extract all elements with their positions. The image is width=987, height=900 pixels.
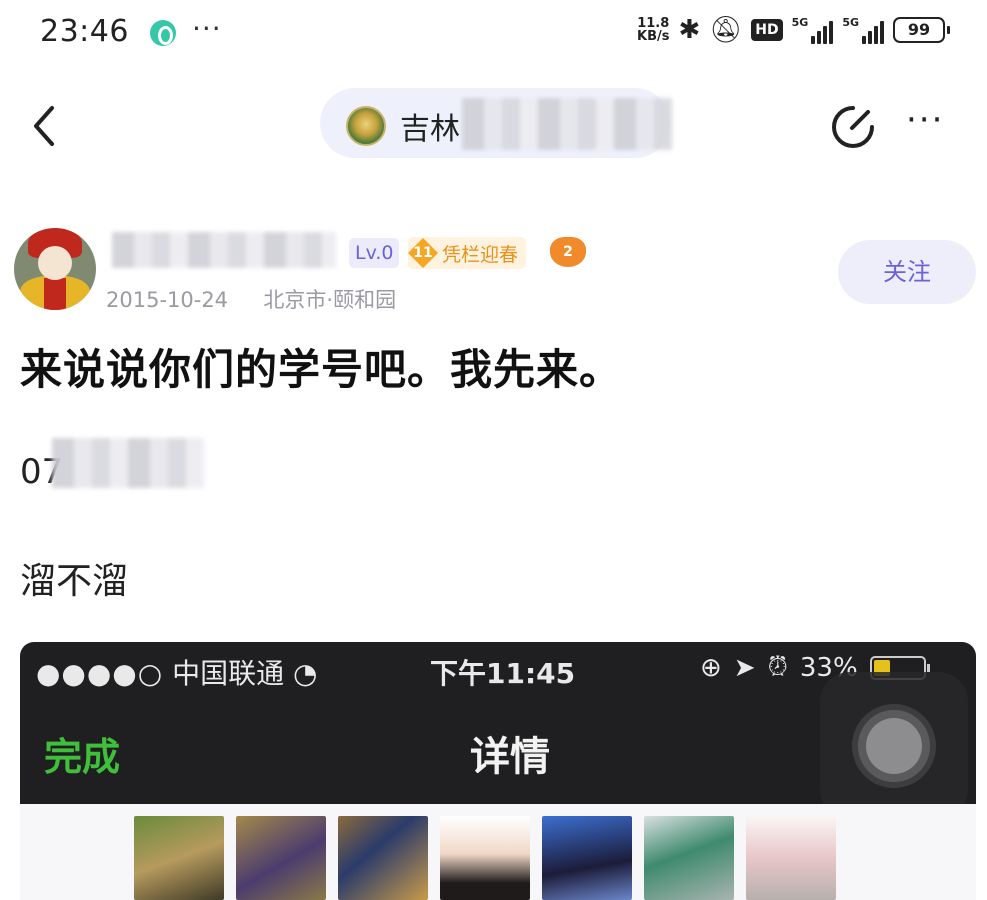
- embedded-title: 详情: [470, 734, 550, 780]
- network-speed-unit: KB/s: [637, 29, 670, 44]
- photo-thumb: [338, 816, 428, 900]
- signal-bar: [829, 21, 834, 44]
- bluetooth-icon: ✱: [678, 15, 701, 45]
- status-bar: 23:46 ··· 11.8 KB/s ✱ 🔕︎ HD 5G 5G 99: [0, 0, 987, 70]
- honor-badge: 11 凭栏迎春: [408, 237, 527, 269]
- battery-icon: 99: [893, 17, 950, 43]
- embedded-carrier: ●●●●○ 中国联通 ◔: [36, 652, 317, 692]
- assistive-touch-core: [866, 718, 922, 774]
- embedded-time: 下午11:45: [430, 657, 576, 690]
- post-title: 来说说你们的学号吧。我先来。: [20, 345, 623, 394]
- embedded-photo-strip: [20, 804, 976, 900]
- post-location: 北京市·颐和园: [263, 288, 397, 312]
- app-notification-icon: [150, 20, 176, 46]
- signal-bar: [811, 36, 816, 44]
- redacted-student-id: [52, 438, 204, 488]
- game-badge-icon: 2: [550, 233, 586, 267]
- redacted-author-name[interactable]: [112, 232, 336, 268]
- bell-off-icon: 🔕︎: [709, 15, 743, 45]
- signal-bar: [868, 31, 872, 44]
- avatar-face: [38, 246, 72, 280]
- signal-bar: [874, 26, 878, 44]
- embedded-location-icon: ➤: [733, 652, 756, 683]
- photo-thumb: [644, 816, 734, 900]
- forum-title: 吉林: [400, 112, 460, 147]
- signal-5g-icon-2: 5G: [842, 16, 884, 44]
- forum-avatar: [346, 106, 386, 146]
- post-date: 2015-10-24: [106, 288, 229, 312]
- honor-title: 凭栏迎春: [442, 243, 519, 266]
- author-avatar[interactable]: [14, 228, 96, 310]
- photo-thumb: [134, 816, 224, 900]
- signal-5g-icon: 5G: [792, 16, 834, 44]
- embedded-lock-rotation-icon: ⊕: [700, 652, 722, 683]
- embedded-signal-dots: ●●●●○: [36, 657, 164, 690]
- level-badge: Lv.0: [349, 238, 400, 268]
- post-meta: 2015-10-24 北京市·颐和园: [106, 284, 396, 314]
- signal-5g-label: 5G: [791, 16, 809, 29]
- embedded-carrier-name: 中国联通: [172, 657, 285, 690]
- signal-5g-label: 5G: [842, 16, 859, 29]
- follow-button[interactable]: 关注: [838, 240, 976, 304]
- status-time: 23:46: [40, 14, 129, 49]
- edit-circle-icon[interactable]: [830, 104, 876, 150]
- more-notifications-icon: ···: [192, 12, 222, 45]
- hd-voice-icon: HD: [751, 19, 783, 41]
- signal-bar: [880, 21, 884, 44]
- status-right-group: 11.8 KB/s ✱ 🔕︎ HD 5G 5G 99: [637, 15, 950, 45]
- post-image[interactable]: ●●●●○ 中国联通 ◔ 下午11:45 ⊕ ➤ ⏰︎ 33% 完成 详情: [20, 642, 976, 900]
- avatar-stripe: [44, 278, 66, 310]
- photo-thumb: [542, 816, 632, 900]
- photo-thumb: [236, 816, 326, 900]
- signal-bar: [817, 31, 822, 44]
- photo-thumb: [440, 816, 530, 900]
- more-options-icon[interactable]: ···: [906, 100, 944, 140]
- post-text-line: 溜不溜: [20, 561, 129, 602]
- signal-bar: [862, 36, 866, 44]
- embedded-wifi-icon: ◔: [293, 657, 318, 690]
- embedded-alarm-icon: ⏰︎: [767, 652, 788, 682]
- redacted-forum-name: [462, 98, 672, 150]
- signal-bar: [823, 26, 828, 44]
- honor-level-icon: 11: [408, 238, 438, 268]
- network-speed: 11.8 KB/s: [637, 17, 669, 43]
- photo-thumb: [746, 816, 836, 900]
- chevron-left-icon[interactable]: [30, 104, 60, 148]
- embedded-done-button: 完成: [44, 735, 121, 779]
